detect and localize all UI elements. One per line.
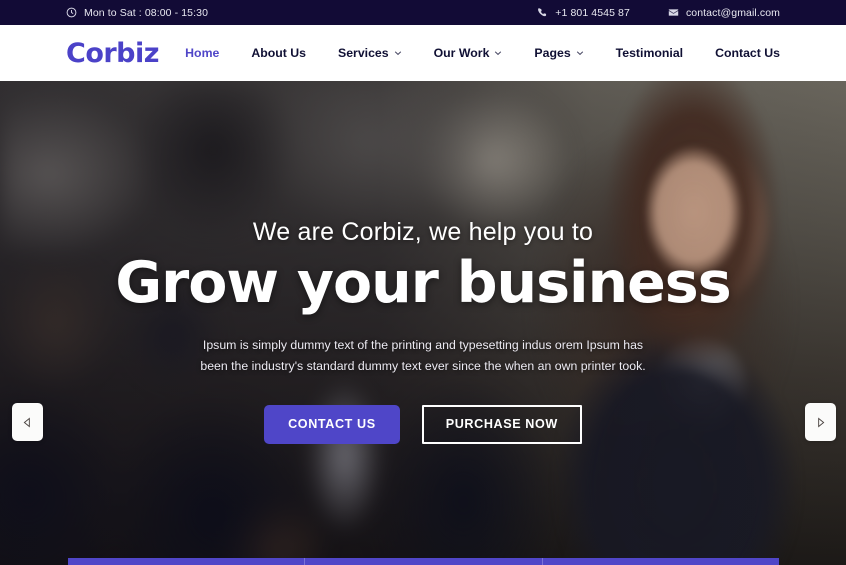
chevron-down-icon — [495, 51, 502, 56]
feature-cell-3[interactable] — [543, 558, 779, 565]
nav-item-contact-us[interactable]: Contact Us — [699, 46, 780, 60]
chevron-down-icon — [394, 51, 401, 56]
hero-subtitle: We are Corbiz, we help you to — [252, 218, 594, 246]
nav-label-about-us: About Us — [251, 46, 306, 60]
phone-contact[interactable]: +1 801 4545 87 — [537, 7, 630, 19]
topbar-right-group: +1 801 4545 87 contact@gmail.com — [537, 7, 780, 19]
hero-carousel: We are Corbiz, we help you to Grow your … — [0, 81, 846, 565]
site-header: Corbiz Home About Us Services Our Work P… — [0, 25, 846, 81]
site-logo[interactable]: Corbiz — [66, 38, 159, 69]
phone-number: +1 801 4545 87 — [555, 6, 630, 19]
nav-label-home: Home — [185, 46, 220, 60]
carousel-next-button[interactable] — [805, 403, 836, 441]
main-navigation: Home About Us Services Our Work Pages Te… — [169, 46, 780, 60]
business-hours: Mon to Sat : 08:00 - 15:30 — [66, 7, 208, 19]
nav-item-services[interactable]: Services — [322, 46, 418, 60]
business-hours-text: Mon to Sat : 08:00 - 15:30 — [84, 6, 209, 19]
envelope-icon — [668, 7, 679, 18]
hero-description: Ipsum is simply dummy text of the printi… — [200, 337, 646, 373]
page-root: Mon to Sat : 08:00 - 15:30 +1 801 4545 8… — [0, 0, 846, 565]
feature-cell-1[interactable] — [68, 558, 306, 565]
hero-cta-group: CONTACT US PURCHASE NOW — [264, 404, 582, 444]
purchase-now-button[interactable]: PURCHASE NOW — [421, 404, 582, 444]
nav-label-our-work: Our Work — [433, 46, 490, 60]
nav-label-testimonial: Testimonial — [615, 46, 684, 60]
feature-strip — [68, 558, 779, 565]
topbar-left-group: Mon to Sat : 08:00 - 15:30 — [66, 7, 208, 19]
phone-icon — [537, 7, 548, 18]
feature-cell-2[interactable] — [305, 558, 543, 565]
email-address: contact@gmail.com — [685, 6, 780, 19]
chevron-down-icon — [576, 51, 583, 56]
arrow-left-icon — [23, 417, 30, 427]
arrow-right-icon — [818, 417, 825, 427]
nav-item-our-work[interactable]: Our Work — [418, 46, 519, 60]
nav-item-testimonial[interactable]: Testimonial — [600, 46, 699, 60]
nav-item-pages[interactable]: Pages — [518, 46, 599, 60]
nav-item-home[interactable]: Home — [169, 46, 235, 60]
nav-item-about-us[interactable]: About Us — [235, 46, 322, 60]
contact-us-button[interactable]: CONTACT US — [264, 404, 400, 444]
nav-label-services: Services — [338, 46, 389, 60]
nav-label-contact-us: Contact Us — [715, 46, 780, 60]
hero-title: Grow your business — [115, 250, 731, 316]
clock-icon — [66, 7, 77, 18]
hero-content: We are Corbiz, we help you to Grow your … — [0, 81, 846, 565]
nav-label-pages: Pages — [534, 46, 571, 60]
top-info-bar: Mon to Sat : 08:00 - 15:30 +1 801 4545 8… — [0, 0, 846, 25]
email-contact[interactable]: contact@gmail.com — [668, 7, 780, 19]
carousel-prev-button[interactable] — [12, 403, 43, 441]
